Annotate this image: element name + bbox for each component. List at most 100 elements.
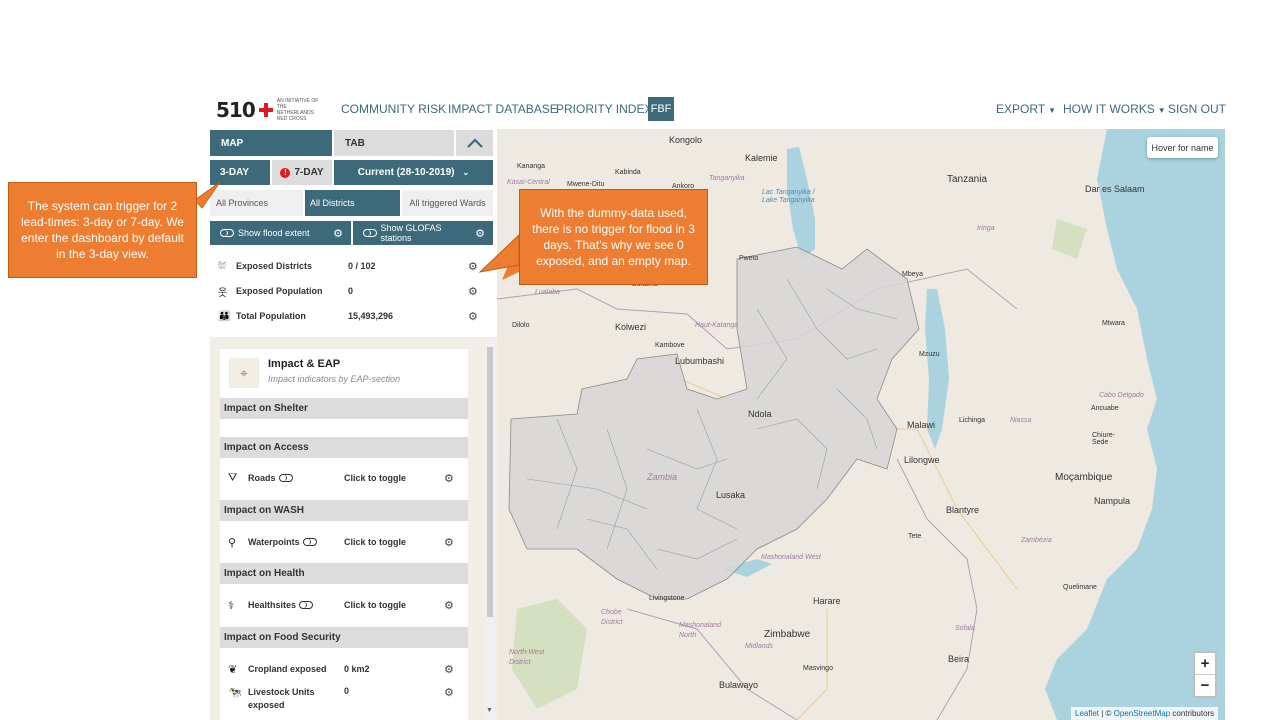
map-label: Masvingo: [803, 665, 833, 672]
indicator-label-wrap: Healthsites: [248, 600, 344, 610]
map-label: Zambia: [647, 472, 678, 482]
zoom-out-button[interactable]: −: [1195, 674, 1215, 695]
gear-icon[interactable]: ⚙: [468, 285, 478, 298]
map-label: Dar es Salaam: [1085, 184, 1145, 194]
map-label: Tete: [908, 533, 922, 540]
section-wash: Impact on WASH: [220, 500, 468, 521]
hover-info-box: Hover for name: [1147, 137, 1218, 158]
map-label: Mtwara: [1102, 320, 1125, 327]
gear-icon[interactable]: ⚙: [444, 599, 454, 612]
section-health: Impact on Health: [220, 563, 468, 584]
map-label: Livingstone: [649, 595, 685, 602]
logo-number: 510: [216, 98, 256, 122]
map-label: Nampula: [1094, 496, 1131, 506]
stat-label: Exposed Population: [236, 286, 323, 296]
map-label: Tanzania: [947, 174, 988, 185]
zambia-districts[interactable]: [508, 246, 920, 600]
chevron-up-icon: [466, 138, 483, 148]
map-label: Zambézia: [1021, 537, 1052, 544]
gear-icon[interactable]: ⚙: [468, 310, 478, 323]
attribution-contributors: contributors: [1170, 709, 1215, 718]
map-label: Mwene-Ditu: [567, 181, 605, 188]
scroll-down-icon[interactable]: ▼: [486, 707, 493, 714]
livestock-icon: 🐄: [228, 687, 242, 699]
stat-value: 0: [348, 286, 354, 296]
map-label: Haut-Katanga: [695, 322, 739, 329]
stat-value: 15,493,296: [348, 311, 394, 321]
tab-map[interactable]: MAP: [210, 130, 332, 156]
road-icon: ⛛: [228, 471, 238, 484]
indicator-label: Cropland exposed: [248, 664, 327, 674]
map-label: Beira: [948, 654, 970, 664]
gear-icon[interactable]: ⚙: [444, 686, 454, 699]
tab-tab[interactable]: TAB: [334, 130, 454, 156]
indicator-value[interactable]: Click to toggle: [344, 537, 444, 547]
map-label: Chiure-Sede: [1092, 432, 1115, 446]
map-label: Kananga: [517, 163, 546, 170]
map-label: Ancuabe: [1091, 405, 1119, 412]
indicator-label: Roads: [248, 473, 276, 483]
nav-how-it-works[interactable]: HOW IT WORKS ▼: [1063, 102, 1166, 116]
indicator-waterpoints[interactable]: ⚲ Waterpoints Click to toggle ⚙: [228, 533, 468, 551]
map-label: Zimbabwe: [764, 629, 811, 640]
indicator-value[interactable]: Click to toggle: [344, 473, 444, 483]
logo-text: AN INITIATIVE OF THE NETHERLANDS RED CRO…: [276, 98, 319, 122]
map-label: Lac Tanganyika / Lake Tanganyika: [762, 189, 815, 204]
map-label: Lualaba: [535, 289, 560, 296]
map-label: Mashonaland West: [761, 554, 821, 561]
map-label: Mzuzu: [919, 351, 940, 358]
scrollbar-thumb[interactable]: [487, 347, 493, 617]
caret-down-icon: ▼: [1048, 106, 1057, 115]
target-icon: ⌖: [229, 358, 259, 388]
caret-down-icon: ▼: [1157, 106, 1166, 115]
stat-exposed-population: 웃 Exposed Population 0 ⚙: [218, 282, 488, 300]
section-access: Impact on Access: [220, 437, 468, 458]
collapse-button[interactable]: [456, 130, 493, 156]
gear-icon[interactable]: ⚙: [444, 663, 454, 676]
nav-impact-database[interactable]: IMPACT DATABASE: [448, 102, 558, 116]
map-label: Kalemie: [745, 153, 778, 163]
indicator-value: 0: [344, 686, 350, 696]
map-label: Kabinda: [615, 169, 641, 176]
section-food: Impact on Food Security: [220, 627, 468, 648]
callout-pointers: [194, 181, 520, 280]
leaflet-link[interactable]: Leaflet: [1075, 709, 1099, 718]
nav-community-risk[interactable]: COMMUNITY RISK: [341, 102, 446, 116]
osm-link[interactable]: OpenStreetMap: [1114, 709, 1170, 718]
map-label: Bulawayo: [719, 680, 759, 690]
indicator-value: 0 km2: [344, 664, 370, 674]
alert-icon: !: [280, 167, 291, 178]
toggle-icon: [278, 474, 293, 482]
map-label: Harare: [813, 596, 841, 606]
nav-sign-out[interactable]: SIGN OUT: [1168, 102, 1226, 116]
map-label: North-West District: [509, 649, 545, 666]
gear-icon[interactable]: ⚙: [444, 536, 454, 549]
indicator-roads[interactable]: ⛛ Roads Click to toggle ⚙: [228, 469, 468, 487]
zoom-in-button[interactable]: +: [1195, 653, 1215, 674]
callout-right: With the dummy-data used, there is no tr…: [519, 189, 708, 285]
map-label: Kolwezi: [615, 322, 647, 332]
attribution-separator: | ©: [1099, 709, 1114, 718]
map-label: Mashonaland North: [679, 622, 722, 639]
map-label: Kambove: [655, 342, 685, 349]
stat-total-population: 👪 Total Population 15,493,296 ⚙: [218, 307, 488, 325]
nav-fbf[interactable]: FBF: [648, 97, 674, 121]
nav-priority-index[interactable]: PRIORITY INDEX: [556, 102, 652, 116]
indicator-healthsites[interactable]: ⚕ Healthsites Click to toggle ⚙: [228, 596, 468, 614]
map-label: Dilolo: [512, 322, 530, 329]
map-label: Niassa: [1010, 417, 1032, 424]
map-label: Cabo Delgado: [1099, 392, 1144, 399]
crop-icon: ❦: [228, 663, 238, 676]
map-label: Lusaka: [716, 490, 746, 500]
map-label: Malawi: [907, 420, 936, 430]
ocean-shape: [1045, 129, 1225, 720]
chevron-down-icon: ⌄: [462, 168, 470, 177]
indicator-label: Livestock Units exposed: [248, 687, 315, 710]
brand-logo[interactable]: 510 AN INITIATIVE OF THE NETHERLANDS RED…: [216, 98, 326, 122]
gear-icon[interactable]: ⚙: [444, 472, 454, 485]
map-label: Midlands: [745, 643, 774, 650]
toggle-icon: [299, 601, 314, 609]
indicator-value[interactable]: Click to toggle: [344, 600, 444, 610]
nav-export[interactable]: EXPORT ▼: [996, 102, 1056, 116]
indicator-label-wrap: Roads: [248, 473, 344, 483]
